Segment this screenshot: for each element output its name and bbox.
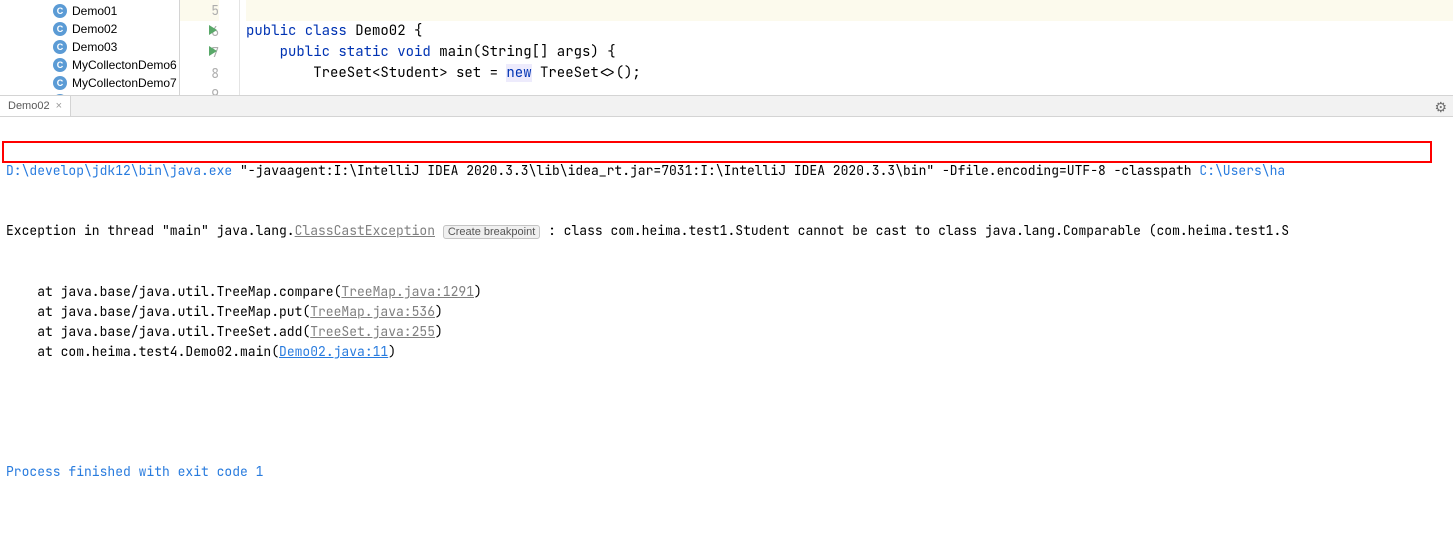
stack-trace-line: at java.base/java.util.TreeSet.add(TreeS… <box>6 322 1447 342</box>
stack-link[interactable]: TreeSet.java:255 <box>310 323 435 340</box>
console-tab-bar: Demo02 × ⚙ <box>0 95 1453 117</box>
class-icon: C <box>52 21 68 37</box>
run-icon[interactable] <box>209 25 217 35</box>
code-body[interactable]: public class Demo02 { public static void… <box>240 0 1453 95</box>
class-icon: C <box>52 3 68 19</box>
console-output[interactable]: D:\develop\jdk12\bin\java.exe "-javaagen… <box>0 117 1453 546</box>
tree-item-label: Demo03 <box>72 38 117 56</box>
gutter-line[interactable]: 7 <box>180 42 219 63</box>
stack-trace-line: at java.base/java.util.TreeMap.put(TreeM… <box>6 302 1447 322</box>
gutter-line[interactable]: 5 <box>180 0 219 21</box>
class-icon: C <box>52 75 68 91</box>
console-tab-label: Demo02 <box>8 100 50 112</box>
stack-trace-line: at com.heima.test4.Demo02.main(Demo02.ja… <box>6 342 1447 362</box>
class-icon: C <box>52 57 68 73</box>
tree-item[interactable]: CMyCollectonDemo7 <box>0 74 179 92</box>
code-line[interactable]: TreeSet<Student> set = new TreeSet<>(); <box>246 63 1453 84</box>
console-blank <box>6 402 1447 422</box>
stack-link[interactable]: TreeMap.java:536 <box>310 303 435 320</box>
tree-item-label: Demo02 <box>72 20 117 38</box>
create-breakpoint-button[interactable]: Create breakpoint <box>443 225 540 239</box>
tree-item[interactable]: CDemo02 <box>0 20 179 38</box>
main-area: CDemo01CDemo02CDemo03CMyCollectonDemo6CM… <box>0 0 1453 95</box>
close-icon[interactable]: × <box>56 100 62 112</box>
editor-area: 567891011121314151617181920 public class… <box>180 0 1453 95</box>
editor-gutter[interactable]: 567891011121314151617181920 <box>180 0 240 95</box>
console-exit-line: Process finished with exit code 1 <box>6 462 1447 482</box>
gutter-line[interactable]: 8 <box>180 63 219 84</box>
console-command-line: D:\develop\jdk12\bin\java.exe "-javaagen… <box>6 161 1447 181</box>
code-line[interactable]: public static void main(String[] args) { <box>246 42 1453 63</box>
stack-link[interactable]: Demo02.java:11 <box>279 343 388 360</box>
console-error-box <box>2 141 1432 163</box>
stack-link[interactable]: TreeMap.java:1291 <box>341 283 474 300</box>
gear-icon[interactable]: ⚙ <box>1434 99 1447 116</box>
tree-item-label: MyCollectonDemo7 <box>72 74 177 92</box>
console-exception-line: Exception in thread "main" java.lang.Cla… <box>6 221 1447 242</box>
gutter-line[interactable]: 6 <box>180 21 219 42</box>
tree-item[interactable]: CDemo03 <box>0 38 179 56</box>
tree-item-label: MyCollectonDemo6 <box>72 56 177 74</box>
tree-item[interactable]: CMyCollectonDemo6 <box>0 56 179 74</box>
tree-item[interactable]: CDemo01 <box>0 2 179 20</box>
code-line[interactable] <box>246 0 1453 21</box>
tree-item-label: Demo01 <box>72 2 117 20</box>
run-icon[interactable] <box>209 46 217 56</box>
project-tree[interactable]: CDemo01CDemo02CDemo03CMyCollectonDemo6CM… <box>0 0 180 95</box>
stack-trace-line: at java.base/java.util.TreeMap.compare(T… <box>6 282 1447 302</box>
class-icon: C <box>52 39 68 55</box>
console-tab[interactable]: Demo02 × <box>0 96 71 116</box>
code-line[interactable]: public class Demo02 { <box>246 21 1453 42</box>
